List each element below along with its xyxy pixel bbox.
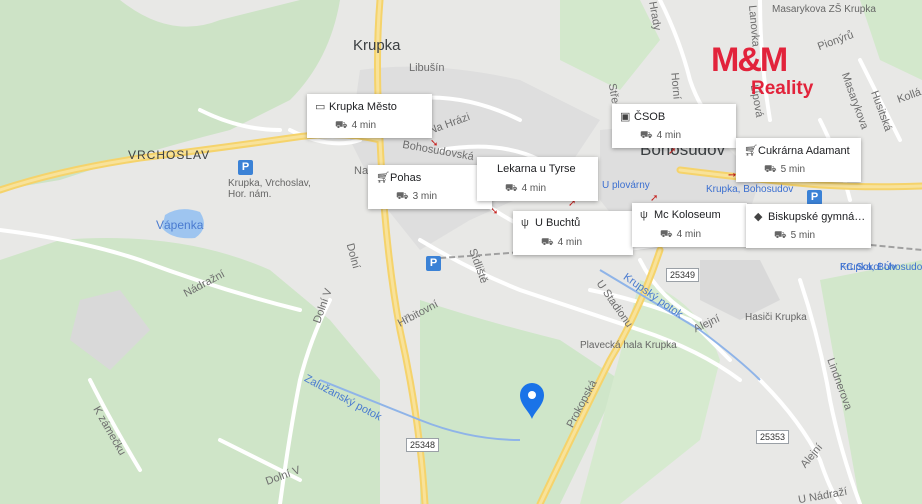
parking-icon: P	[426, 256, 441, 271]
poi-card-krupka-mesto[interactable]: ▭ Krupka Město ⛟ 4 min	[307, 94, 432, 138]
car-icon: ⛟	[764, 164, 777, 175]
restaurant-icon: ψ	[521, 217, 529, 229]
poi-label: Plavecká hala Krupka	[580, 340, 677, 351]
poi-card-time: 4 min	[351, 120, 377, 131]
street-label: Libušín	[409, 62, 445, 74]
poi-card-cukrarna-adamant[interactable]: 🛒︎Cukrárna Adamant ⛟ 5 min	[736, 138, 861, 182]
cart-icon: 🛒︎	[744, 145, 758, 157]
poi-card-time: 4 min	[656, 130, 682, 141]
car-icon: ⛟	[505, 183, 518, 194]
poi-card-time: 4 min	[676, 229, 702, 240]
poi-card-mc-koloseum[interactable]: ψ Mc Koloseum ⛟ 4 min	[632, 203, 747, 247]
town-label-vrchoslav: VRCHOSLAV	[128, 148, 211, 162]
poi-label: Masarykova ZŠ Krupka	[772, 4, 876, 15]
poi-label: Krupka, Vrchoslav, Hor. nám.	[228, 178, 311, 200]
poi-card-name: Cukrárna Adamant	[758, 145, 850, 157]
school-icon: ◆	[754, 211, 763, 223]
poi-card-time: 4 min	[557, 237, 583, 248]
poi-label: Hasiči Krupka	[745, 312, 807, 323]
route-badge: 25348	[406, 438, 440, 452]
car-icon: ⛟	[541, 237, 554, 248]
direction-arrow-icon: ➘	[430, 138, 439, 149]
transit-stop-label: Krupka, Bohosudov, Dlouhá	[840, 262, 922, 273]
map-canvas[interactable]: Krupka VRCHOSLAV Bohosudov Libušín Na Hr…	[0, 0, 922, 504]
poi-card-name: Pohas	[390, 172, 422, 184]
car-icon: ⛟	[640, 130, 653, 141]
poi-card-time: 3 min	[412, 191, 438, 202]
town-label-krupka: Krupka	[353, 37, 401, 54]
location-pin-icon[interactable]	[517, 381, 547, 426]
poi-card-time: 5 min	[790, 230, 816, 241]
poi-card-name: Mc Koloseum	[654, 209, 721, 221]
route-badge: 25353	[756, 430, 790, 444]
poi-card-name: Lekarna u Tyrse	[497, 163, 576, 175]
street-label: Na	[354, 165, 369, 177]
poi-card-name: Biskupské gymná…	[768, 211, 866, 223]
pin-shape	[520, 383, 544, 419]
poi-card-biskupske-gymnazium[interactable]: ◆ Biskupské gymná… ⛟ 5 min	[746, 204, 871, 248]
parking-icon: P	[238, 160, 253, 175]
poi-card-time: 4 min	[521, 183, 547, 194]
poi-card-name: U Buchtů	[535, 217, 581, 229]
cart-icon: 🛒︎	[376, 172, 390, 184]
transit-stop-label: U plovárny	[602, 180, 650, 191]
poi-card-name: ČSOB	[634, 111, 666, 123]
logo-brand-text: M&M	[711, 41, 788, 79]
poi-card-u-buchtu[interactable]: ψ U Buchtů ⛟ 4 min	[513, 211, 633, 255]
car-icon: ⛟	[774, 230, 787, 241]
logo-sub-text: Reality	[751, 78, 814, 99]
poi-card-csob[interactable]: ▣ ČSOB ⛟ 4 min	[612, 104, 736, 148]
restaurant-icon: ψ	[640, 209, 648, 221]
mm-reality-logo: M&M Reality	[711, 41, 821, 107]
parking-icon: P	[807, 190, 822, 205]
transit-stop-label: Krupka, Bohosudov	[706, 184, 794, 195]
street-label: Horní	[668, 72, 683, 100]
atm-icon: ▣	[620, 111, 631, 123]
car-icon: ⛟	[660, 229, 673, 240]
water-label: Vápenka	[156, 218, 204, 232]
route-badge: 25349	[666, 268, 700, 282]
poi-card-name: Krupka Město	[329, 101, 397, 113]
car-icon: ⛟	[335, 120, 348, 131]
poi-card-lekarna[interactable]: Lekarna u Tyrse ⛟ 4 min	[477, 157, 598, 201]
poi-card-pohas[interactable]: 🛒︎Pohas ⛟ 3 min	[368, 165, 492, 209]
car-icon: ⛟	[396, 191, 409, 202]
bus-icon: ▭	[315, 101, 326, 113]
poi-card-time: 5 min	[780, 164, 806, 175]
